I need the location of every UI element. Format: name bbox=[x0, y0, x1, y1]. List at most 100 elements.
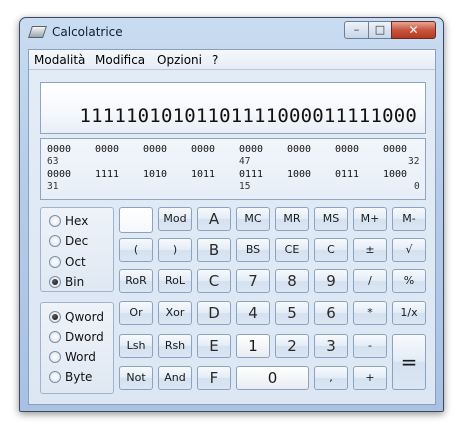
reciprocal-button[interactable]: 1/x bbox=[392, 301, 426, 325]
menu-modalita[interactable]: Modalità bbox=[34, 53, 85, 67]
radio-qword[interactable]: Qword bbox=[49, 309, 104, 325]
multiply-button[interactable]: * bbox=[353, 301, 387, 325]
menu-help[interactable]: ? bbox=[212, 53, 218, 67]
digit-8-button[interactable]: 8 bbox=[275, 269, 309, 293]
add-button[interactable]: + bbox=[353, 366, 387, 390]
bit-group[interactable]: 0111 bbox=[239, 169, 263, 180]
maximize-icon: □ bbox=[374, 23, 386, 36]
lsh-button[interactable]: Lsh bbox=[119, 334, 153, 358]
hex-e-button[interactable]: E bbox=[197, 334, 231, 358]
digit-1-button[interactable]: 1 bbox=[236, 334, 270, 358]
equals-button[interactable]: = bbox=[392, 334, 426, 390]
hex-f-button[interactable]: F bbox=[197, 366, 231, 390]
bit-group[interactable]: 0000 bbox=[191, 144, 215, 155]
bit-group[interactable]: 1011 bbox=[191, 169, 215, 180]
percent-button[interactable]: % bbox=[392, 269, 426, 293]
digit-6-button[interactable]: 6 bbox=[314, 301, 348, 325]
bit-group[interactable]: 0111 bbox=[335, 169, 359, 180]
bit-group[interactable]: 0000 bbox=[95, 144, 119, 155]
menu-opzioni[interactable]: Opzioni bbox=[157, 53, 202, 67]
hex-b-button[interactable]: B bbox=[197, 238, 231, 262]
radio-word[interactable]: Word bbox=[49, 349, 96, 365]
radio-hex[interactable]: Hex bbox=[49, 213, 88, 229]
maximize-button[interactable]: □ bbox=[368, 21, 392, 39]
result-display: 11111010101101111000011111000 bbox=[40, 82, 426, 134]
radio-label: Qword bbox=[65, 310, 104, 324]
bit-group[interactable]: 1010 bbox=[143, 169, 167, 180]
radio-label: Byte bbox=[65, 370, 93, 384]
word-size-radio-group: Qword Dword Word Byte bbox=[40, 302, 114, 394]
digit-5-button[interactable]: 5 bbox=[275, 301, 309, 325]
divide-button[interactable]: / bbox=[353, 269, 387, 293]
title-bar[interactable]: Calcolatrice – □ ✕ bbox=[20, 18, 443, 48]
radio-bin[interactable]: Bin bbox=[49, 274, 84, 290]
bit-position-label: 15 bbox=[239, 181, 251, 192]
m-plus-button[interactable]: M+ bbox=[353, 207, 387, 231]
radio-label: Dec bbox=[65, 234, 89, 248]
close-icon: ✕ bbox=[408, 23, 419, 37]
radio-byte[interactable]: Byte bbox=[49, 369, 92, 385]
not-button[interactable]: Not bbox=[119, 366, 153, 390]
m-minus-button[interactable]: M- bbox=[392, 207, 426, 231]
bit-group[interactable]: 1000 bbox=[287, 169, 311, 180]
bit-group[interactable]: 1000 bbox=[383, 169, 407, 180]
bit-group[interactable]: 0000 bbox=[143, 144, 167, 155]
bit-group[interactable]: 0000 bbox=[239, 144, 263, 155]
mod-button[interactable]: Mod bbox=[158, 207, 192, 231]
bit-position-label: 47 bbox=[239, 156, 251, 167]
hex-a-button[interactable]: A bbox=[197, 207, 231, 231]
radio-label: Bin bbox=[65, 275, 85, 289]
close-button[interactable]: ✕ bbox=[391, 21, 436, 39]
ror-button[interactable]: RoR bbox=[119, 269, 153, 293]
mr-button[interactable]: MR bbox=[275, 207, 309, 231]
radio-indicator-selected bbox=[49, 276, 61, 288]
ms-button[interactable]: MS bbox=[314, 207, 348, 231]
hex-c-button[interactable]: C bbox=[197, 269, 231, 293]
bit-position-label: 0 bbox=[414, 181, 420, 192]
radio-oct[interactable]: Oct bbox=[49, 254, 86, 270]
decimal-separator-button[interactable]: , bbox=[314, 366, 348, 390]
rsh-button[interactable]: Rsh bbox=[158, 334, 192, 358]
minimize-icon: – bbox=[353, 23, 360, 36]
digit-2-button[interactable]: 2 bbox=[275, 334, 309, 358]
calculator-body: Modalità Modifica Opzioni ? 111110101011… bbox=[28, 49, 436, 405]
backspace-button[interactable]: BS bbox=[236, 238, 270, 262]
digit-9-button[interactable]: 9 bbox=[314, 269, 348, 293]
base-radio-group: Hex Dec Oct Bin bbox=[40, 207, 114, 292]
menu-modifica[interactable]: Modifica bbox=[95, 53, 145, 67]
radio-label: Hex bbox=[65, 214, 89, 228]
close-paren-button[interactable]: ) bbox=[158, 238, 192, 262]
digit-0-button[interactable]: 0 bbox=[236, 366, 309, 390]
bit-group[interactable]: 0000 bbox=[47, 144, 71, 155]
open-paren-button[interactable]: ( bbox=[119, 238, 153, 262]
minimize-button[interactable]: – bbox=[344, 21, 369, 39]
bit-group[interactable]: 0000 bbox=[287, 144, 311, 155]
menu-bar: Modalità Modifica Opzioni ? bbox=[29, 50, 435, 70]
and-button[interactable]: And bbox=[158, 366, 192, 390]
bit-group[interactable]: 1111 bbox=[95, 169, 119, 180]
bit-group[interactable]: 0000 bbox=[383, 144, 407, 155]
digit-7-button[interactable]: 7 bbox=[236, 269, 270, 293]
negate-button[interactable]: ± bbox=[353, 238, 387, 262]
or-button[interactable]: Or bbox=[119, 301, 153, 325]
bit-group[interactable]: 0000 bbox=[335, 144, 359, 155]
bit-group[interactable]: 0000 bbox=[47, 169, 71, 180]
radio-indicator bbox=[49, 351, 61, 363]
xor-button[interactable]: Xor bbox=[158, 301, 192, 325]
rol-button[interactable]: RoL bbox=[158, 269, 192, 293]
digit-3-button[interactable]: 3 bbox=[314, 334, 348, 358]
radio-dec[interactable]: Dec bbox=[49, 233, 88, 249]
clear-entry-button[interactable]: CE bbox=[275, 238, 309, 262]
bit-position-label: 31 bbox=[47, 181, 59, 192]
mc-button[interactable]: MC bbox=[236, 207, 270, 231]
radio-dword[interactable]: Dword bbox=[49, 329, 104, 345]
clear-button[interactable]: C bbox=[314, 238, 348, 262]
radio-indicator-selected bbox=[49, 311, 61, 323]
blank-button[interactable] bbox=[119, 207, 153, 233]
radio-indicator bbox=[49, 215, 61, 227]
subtract-button[interactable]: - bbox=[353, 334, 387, 358]
display-value: 11111010101101111000011111000 bbox=[79, 105, 417, 127]
digit-4-button[interactable]: 4 bbox=[236, 301, 270, 325]
hex-d-button[interactable]: D bbox=[197, 301, 231, 325]
sqrt-button[interactable]: √ bbox=[392, 238, 426, 262]
